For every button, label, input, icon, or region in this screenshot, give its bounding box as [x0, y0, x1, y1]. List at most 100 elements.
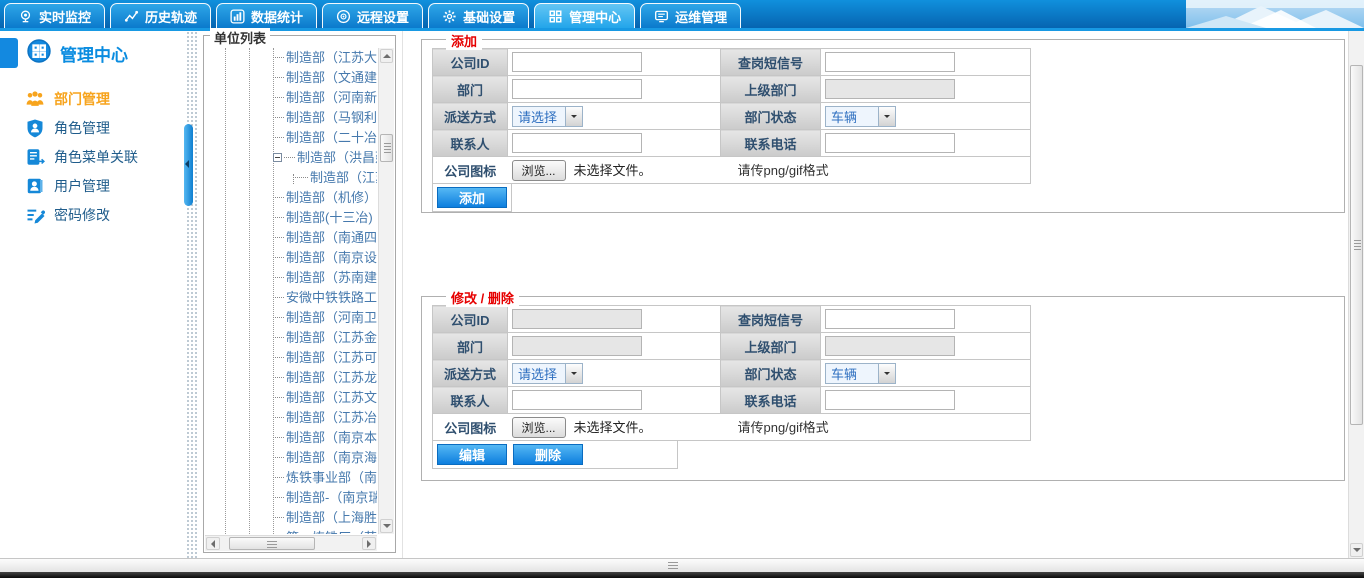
tree-node[interactable]: 制造部（马钢利民 [207, 108, 377, 128]
chevron-down-icon[interactable] [878, 107, 895, 126]
tree-node[interactable]: 制造部（南京设备 [207, 248, 377, 268]
tree-connector [273, 297, 284, 298]
tree-node-label: 制造部（江苏可信 [286, 350, 377, 365]
sidebar-header-label: 管理中心 [60, 41, 128, 66]
unit-list-fieldset: 单位列表 制造部（江苏大目制造部（文通建设制造部（河南新乡制造部（马钢利民制造部… [203, 35, 396, 553]
tab-basic-settings[interactable]: 基础设置 [428, 3, 529, 28]
scroll-up-button[interactable] [380, 49, 393, 63]
page-scroll-thumb[interactable] [1350, 65, 1363, 425]
edit-dispatch-method-select[interactable]: 请选择 [512, 363, 583, 384]
sidebar-splitter[interactable] [186, 31, 198, 558]
mountain-graphic [1186, 0, 1364, 28]
delete-button[interactable]: 删除 [513, 444, 583, 465]
tree-node[interactable]: 制造部（河南新乡 [207, 88, 377, 108]
tree-hscroll-thumb[interactable] [229, 537, 315, 550]
add-dispatch-method-select[interactable]: 请选择 [512, 106, 583, 127]
form-row: 公司ID查岗短信号 [433, 49, 1031, 76]
add-check-sms-number-input[interactable] [825, 52, 955, 72]
sidebar-item-role-menu-link[interactable]: 角色菜单关联 [0, 142, 186, 171]
chevron-down-icon[interactable] [878, 364, 895, 383]
monitor-icon [654, 9, 669, 24]
tree-connector [273, 417, 284, 418]
form-row: 部门上级部门 [433, 76, 1031, 103]
edit-check-sms-number-input[interactable] [825, 309, 955, 329]
tab-remote-settings[interactable]: 远程设置 [322, 3, 423, 28]
sidebar-item-role-management[interactable]: 角色管理 [0, 113, 186, 142]
tree-node[interactable]: 制造部（南京海慧 [207, 448, 377, 468]
collapse-box-icon[interactable] [273, 153, 282, 162]
add-browse-button[interactable]: 浏览... [512, 160, 566, 181]
edit-department-status-select[interactable]: 车辆 [825, 363, 896, 384]
sidebar-item-label: 用户管理 [54, 176, 110, 196]
tree-node[interactable]: 制造部（机修） [207, 188, 377, 208]
tree-node[interactable]: 制造部（河南卫华 [207, 308, 377, 328]
tab-realtime-monitor[interactable]: 实时监控 [4, 3, 105, 28]
tree-horizontal-scrollbar[interactable] [205, 535, 377, 551]
tree-connector [273, 137, 284, 138]
add-department-input[interactable] [512, 79, 642, 99]
tree-vertical-scrollbar[interactable] [378, 48, 394, 534]
page-horizontal-scrollbar[interactable] [0, 558, 1364, 572]
edit-contact-person-input[interactable] [512, 390, 642, 410]
field-label: 联系人 [433, 130, 508, 157]
sidebar-item-password-change[interactable]: 密码修改 [0, 200, 186, 229]
tree-node[interactable]: 制造部（苏南建设 [207, 268, 377, 288]
tab-history-track[interactable]: 历史轨迹 [110, 3, 211, 28]
field-label: 公司图标 [433, 414, 508, 441]
tree-node-label: 制造部（江苏龙海 [286, 370, 377, 385]
tree-node[interactable]: 制造部（文通建设 [207, 68, 377, 88]
tree-node[interactable]: 制造部（南通四建 [207, 228, 377, 248]
tab-admin-center[interactable]: 管理中心 [534, 3, 635, 28]
edit-delete-fieldset: 修改 / 删除 公司ID查岗短信号部门上级部门派送方式请选择部门状态车辆联系人联… [421, 296, 1345, 481]
edit-contact-phone-input[interactable] [825, 390, 955, 410]
thumb-grip [1354, 240, 1361, 250]
tree-node[interactable]: 制造部（江苏文武 [207, 388, 377, 408]
field-label: 公司ID [433, 306, 508, 333]
file-status: 未选择文件。 [574, 163, 652, 178]
edit-browse-button[interactable]: 浏览... [512, 417, 566, 438]
tree-node[interactable]: 第一炼铁厂（苏南 [207, 528, 377, 534]
tree-node-label: 制造部（南通四建 [286, 230, 377, 245]
tree-node[interactable]: 制造部(十三冶) [207, 208, 377, 228]
scroll-down-button[interactable] [380, 519, 393, 533]
tree-node[interactable]: 制造部（洪昌建设 [207, 148, 377, 168]
tree-scroll-thumb[interactable] [380, 134, 393, 162]
add-button-row: 添加 [432, 184, 512, 212]
tree-node[interactable]: 制造部-（南京瑞帝 [207, 488, 377, 508]
sidebar-item-user-management[interactable]: 用户管理 [0, 171, 186, 200]
tree-node[interactable]: 制造部（江苏宏 [207, 168, 377, 188]
add-company-id-input[interactable] [512, 52, 642, 72]
tree-node[interactable]: 炼铁事业部（南京 [207, 468, 377, 488]
sidebar-item-department-management[interactable]: 部门管理 [0, 84, 186, 113]
tree-node[interactable]: 制造部（江苏金马） [207, 328, 377, 348]
tab-data-statistics[interactable]: 数据统计 [216, 3, 317, 28]
tree-node[interactable]: 制造部（上海胜宝 [207, 508, 377, 528]
add-parent-department-input [825, 79, 955, 99]
add-contact-phone-input[interactable] [825, 133, 955, 153]
scroll-left-button[interactable] [206, 537, 220, 550]
chevron-down-icon[interactable] [565, 364, 582, 383]
unit-list-panel: 单位列表 制造部（江苏大目制造部（文通建设制造部（河南新乡制造部（马钢利民制造部… [198, 31, 401, 558]
field-label: 公司ID [433, 49, 508, 76]
sidebar-collapse-handle[interactable] [184, 124, 193, 206]
tree-node[interactable]: 制造部（江苏可信 [207, 348, 377, 368]
tab-ops-management[interactable]: 运维管理 [640, 3, 741, 28]
edit-button[interactable]: 编辑 [437, 444, 507, 465]
scroll-down-button[interactable] [1350, 543, 1363, 557]
tree-node[interactable]: 制造部（江苏冶金 [207, 408, 377, 428]
add-contact-person-input[interactable] [512, 133, 642, 153]
tree-node[interactable]: 制造部（二十冶） [207, 128, 377, 148]
form-row: 联系人联系电话 [433, 130, 1031, 157]
tree-node[interactable]: 制造部（江苏龙海 [207, 368, 377, 388]
add-department-status-select[interactable]: 车辆 [825, 106, 896, 127]
scroll-right-button[interactable] [362, 537, 376, 550]
add-button[interactable]: 添加 [437, 187, 507, 208]
tree-node[interactable]: 制造部（南京本顺 [207, 428, 377, 448]
tree-node[interactable]: 安微中铁铁路工程 [207, 288, 377, 308]
tree-node[interactable]: 制造部（江苏大目 [207, 48, 377, 68]
chevron-down-icon[interactable] [565, 107, 582, 126]
page-vertical-scrollbar[interactable] [1348, 31, 1364, 558]
top-tabbar: 实时监控历史轨迹数据统计远程设置基础设置管理中心运维管理 [0, 0, 1364, 28]
sidebar-item-label: 角色管理 [54, 118, 110, 138]
brand-banner-image [1186, 0, 1364, 28]
